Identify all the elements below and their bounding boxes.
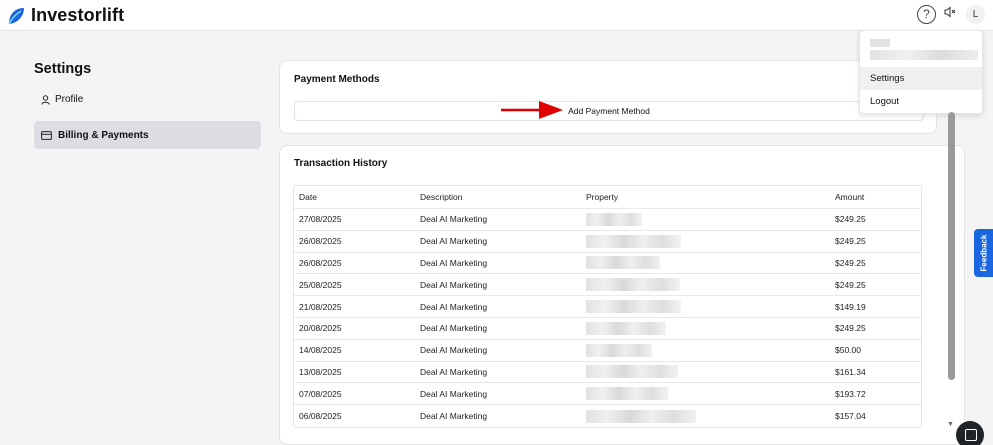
brand-name: Investorlift bbox=[31, 5, 125, 25]
row-property-redacted bbox=[586, 340, 652, 361]
column-header-property: Property bbox=[586, 192, 619, 202]
row-description: Deal AI Marketing bbox=[420, 366, 488, 377]
column-header-amount: Amount bbox=[835, 192, 865, 202]
table-row: 06/08/2025 Deal AI Marketing $157.04 bbox=[294, 405, 921, 427]
table-row: 20/08/2025 Deal AI Marketing $249.25 bbox=[294, 318, 921, 340]
row-description: Deal AI Marketing bbox=[420, 388, 488, 399]
table-row: 27/08/2025 Deal AI Marketing $249.25 bbox=[294, 209, 921, 231]
row-date: 14/08/2025 bbox=[299, 345, 342, 356]
row-property-redacted bbox=[586, 296, 681, 317]
row-date: 13/08/2025 bbox=[299, 366, 342, 377]
payment-methods-card: Payment Methods Add Payment Method bbox=[279, 60, 937, 134]
table-row: 07/08/2025 Deal AI Marketing $193.72 bbox=[294, 383, 921, 406]
feedback-tab[interactable]: Feedback bbox=[974, 229, 993, 277]
row-property-redacted bbox=[586, 253, 660, 274]
sidebar-item-label: Profile bbox=[55, 94, 84, 105]
leaf-logo-icon bbox=[8, 7, 24, 24]
row-amount: $157.04 bbox=[835, 411, 866, 422]
row-property-redacted bbox=[586, 209, 642, 230]
row-description: Deal AI Marketing bbox=[420, 257, 488, 268]
credit-card-icon bbox=[41, 130, 52, 140]
row-amount: $193.72 bbox=[835, 388, 866, 399]
row-date: 06/08/2025 bbox=[299, 411, 342, 422]
top-bar: Investorlift ? L bbox=[0, 0, 993, 31]
chat-bubble-icon[interactable] bbox=[956, 421, 984, 445]
row-amount: $149.19 bbox=[835, 301, 866, 312]
row-description: Deal AI Marketing bbox=[420, 214, 488, 225]
row-property-redacted bbox=[586, 274, 680, 295]
table-row: 14/08/2025 Deal AI Marketing $50.00 bbox=[294, 340, 921, 362]
table-row: 26/08/2025 Deal AI Marketing $249.25 bbox=[294, 253, 921, 275]
row-amount: $50.00 bbox=[835, 345, 861, 356]
row-amount: $249.25 bbox=[835, 214, 866, 225]
row-description: Deal AI Marketing bbox=[420, 345, 488, 356]
table-row: 26/08/2025 Deal AI Marketing $249.25 bbox=[294, 231, 921, 253]
sidebar-item-label: Billing & Payments bbox=[58, 129, 149, 141]
row-property-redacted bbox=[586, 231, 681, 252]
sidebar-item-billing[interactable]: Billing & Payments bbox=[34, 121, 261, 149]
column-header-date: Date bbox=[299, 192, 317, 202]
row-amount: $249.25 bbox=[835, 323, 866, 334]
user-icon bbox=[41, 94, 50, 105]
scrollbar-thumb[interactable] bbox=[948, 112, 955, 380]
row-date: 26/08/2025 bbox=[299, 236, 342, 247]
row-description: Deal AI Marketing bbox=[420, 279, 488, 290]
row-property-redacted bbox=[586, 362, 678, 383]
row-amount: $249.25 bbox=[835, 236, 866, 247]
table-header: Date Description Property Amount bbox=[294, 186, 921, 209]
table-row: 21/08/2025 Deal AI Marketing $149.19 bbox=[294, 296, 921, 318]
brand-logo[interactable]: Investorlift bbox=[6, 5, 124, 26]
account-dropdown-menu: Settings Logout bbox=[859, 30, 983, 114]
add-payment-method-button[interactable]: Add Payment Method bbox=[294, 101, 924, 121]
row-date: 27/08/2025 bbox=[299, 214, 342, 225]
row-property-redacted bbox=[586, 383, 668, 404]
row-amount: $161.34 bbox=[835, 366, 866, 377]
page-title: Settings bbox=[34, 61, 92, 77]
row-date: 21/08/2025 bbox=[299, 301, 342, 312]
row-amount: $249.25 bbox=[835, 257, 866, 268]
account-email-redacted bbox=[870, 39, 978, 61]
row-description: Deal AI Marketing bbox=[420, 236, 488, 247]
transaction-history-title: Transaction History bbox=[294, 158, 388, 169]
speaker-mute-icon[interactable] bbox=[944, 6, 956, 21]
row-property-redacted bbox=[586, 405, 696, 427]
row-amount: $249.25 bbox=[835, 279, 866, 290]
row-date: 20/08/2025 bbox=[299, 323, 342, 334]
transactions-table: Date Description Property Amount 27/08/2… bbox=[293, 185, 922, 428]
feedback-label: Feedback bbox=[979, 234, 988, 272]
row-property-redacted bbox=[586, 318, 666, 339]
row-date: 25/08/2025 bbox=[299, 279, 342, 290]
avatar[interactable]: L bbox=[966, 5, 985, 24]
payment-methods-title: Payment Methods bbox=[294, 74, 380, 85]
row-description: Deal AI Marketing bbox=[420, 301, 488, 312]
column-header-description: Description bbox=[420, 192, 463, 202]
menu-item-logout[interactable]: Logout bbox=[860, 91, 982, 113]
row-description: Deal AI Marketing bbox=[420, 323, 488, 334]
table-row: 13/08/2025 Deal AI Marketing $161.34 bbox=[294, 362, 921, 384]
help-circle-icon[interactable]: ? bbox=[917, 5, 936, 24]
scroll-down-arrow-icon[interactable]: ▼ bbox=[947, 421, 954, 428]
red-arrow-icon bbox=[501, 101, 563, 119]
sidebar-item-profile[interactable]: Profile bbox=[41, 94, 83, 105]
row-description: Deal AI Marketing bbox=[420, 411, 488, 422]
row-date: 07/08/2025 bbox=[299, 388, 342, 399]
menu-item-settings[interactable]: Settings bbox=[860, 67, 982, 90]
table-row: 25/08/2025 Deal AI Marketing $249.25 bbox=[294, 274, 921, 297]
row-date: 26/08/2025 bbox=[299, 257, 342, 268]
